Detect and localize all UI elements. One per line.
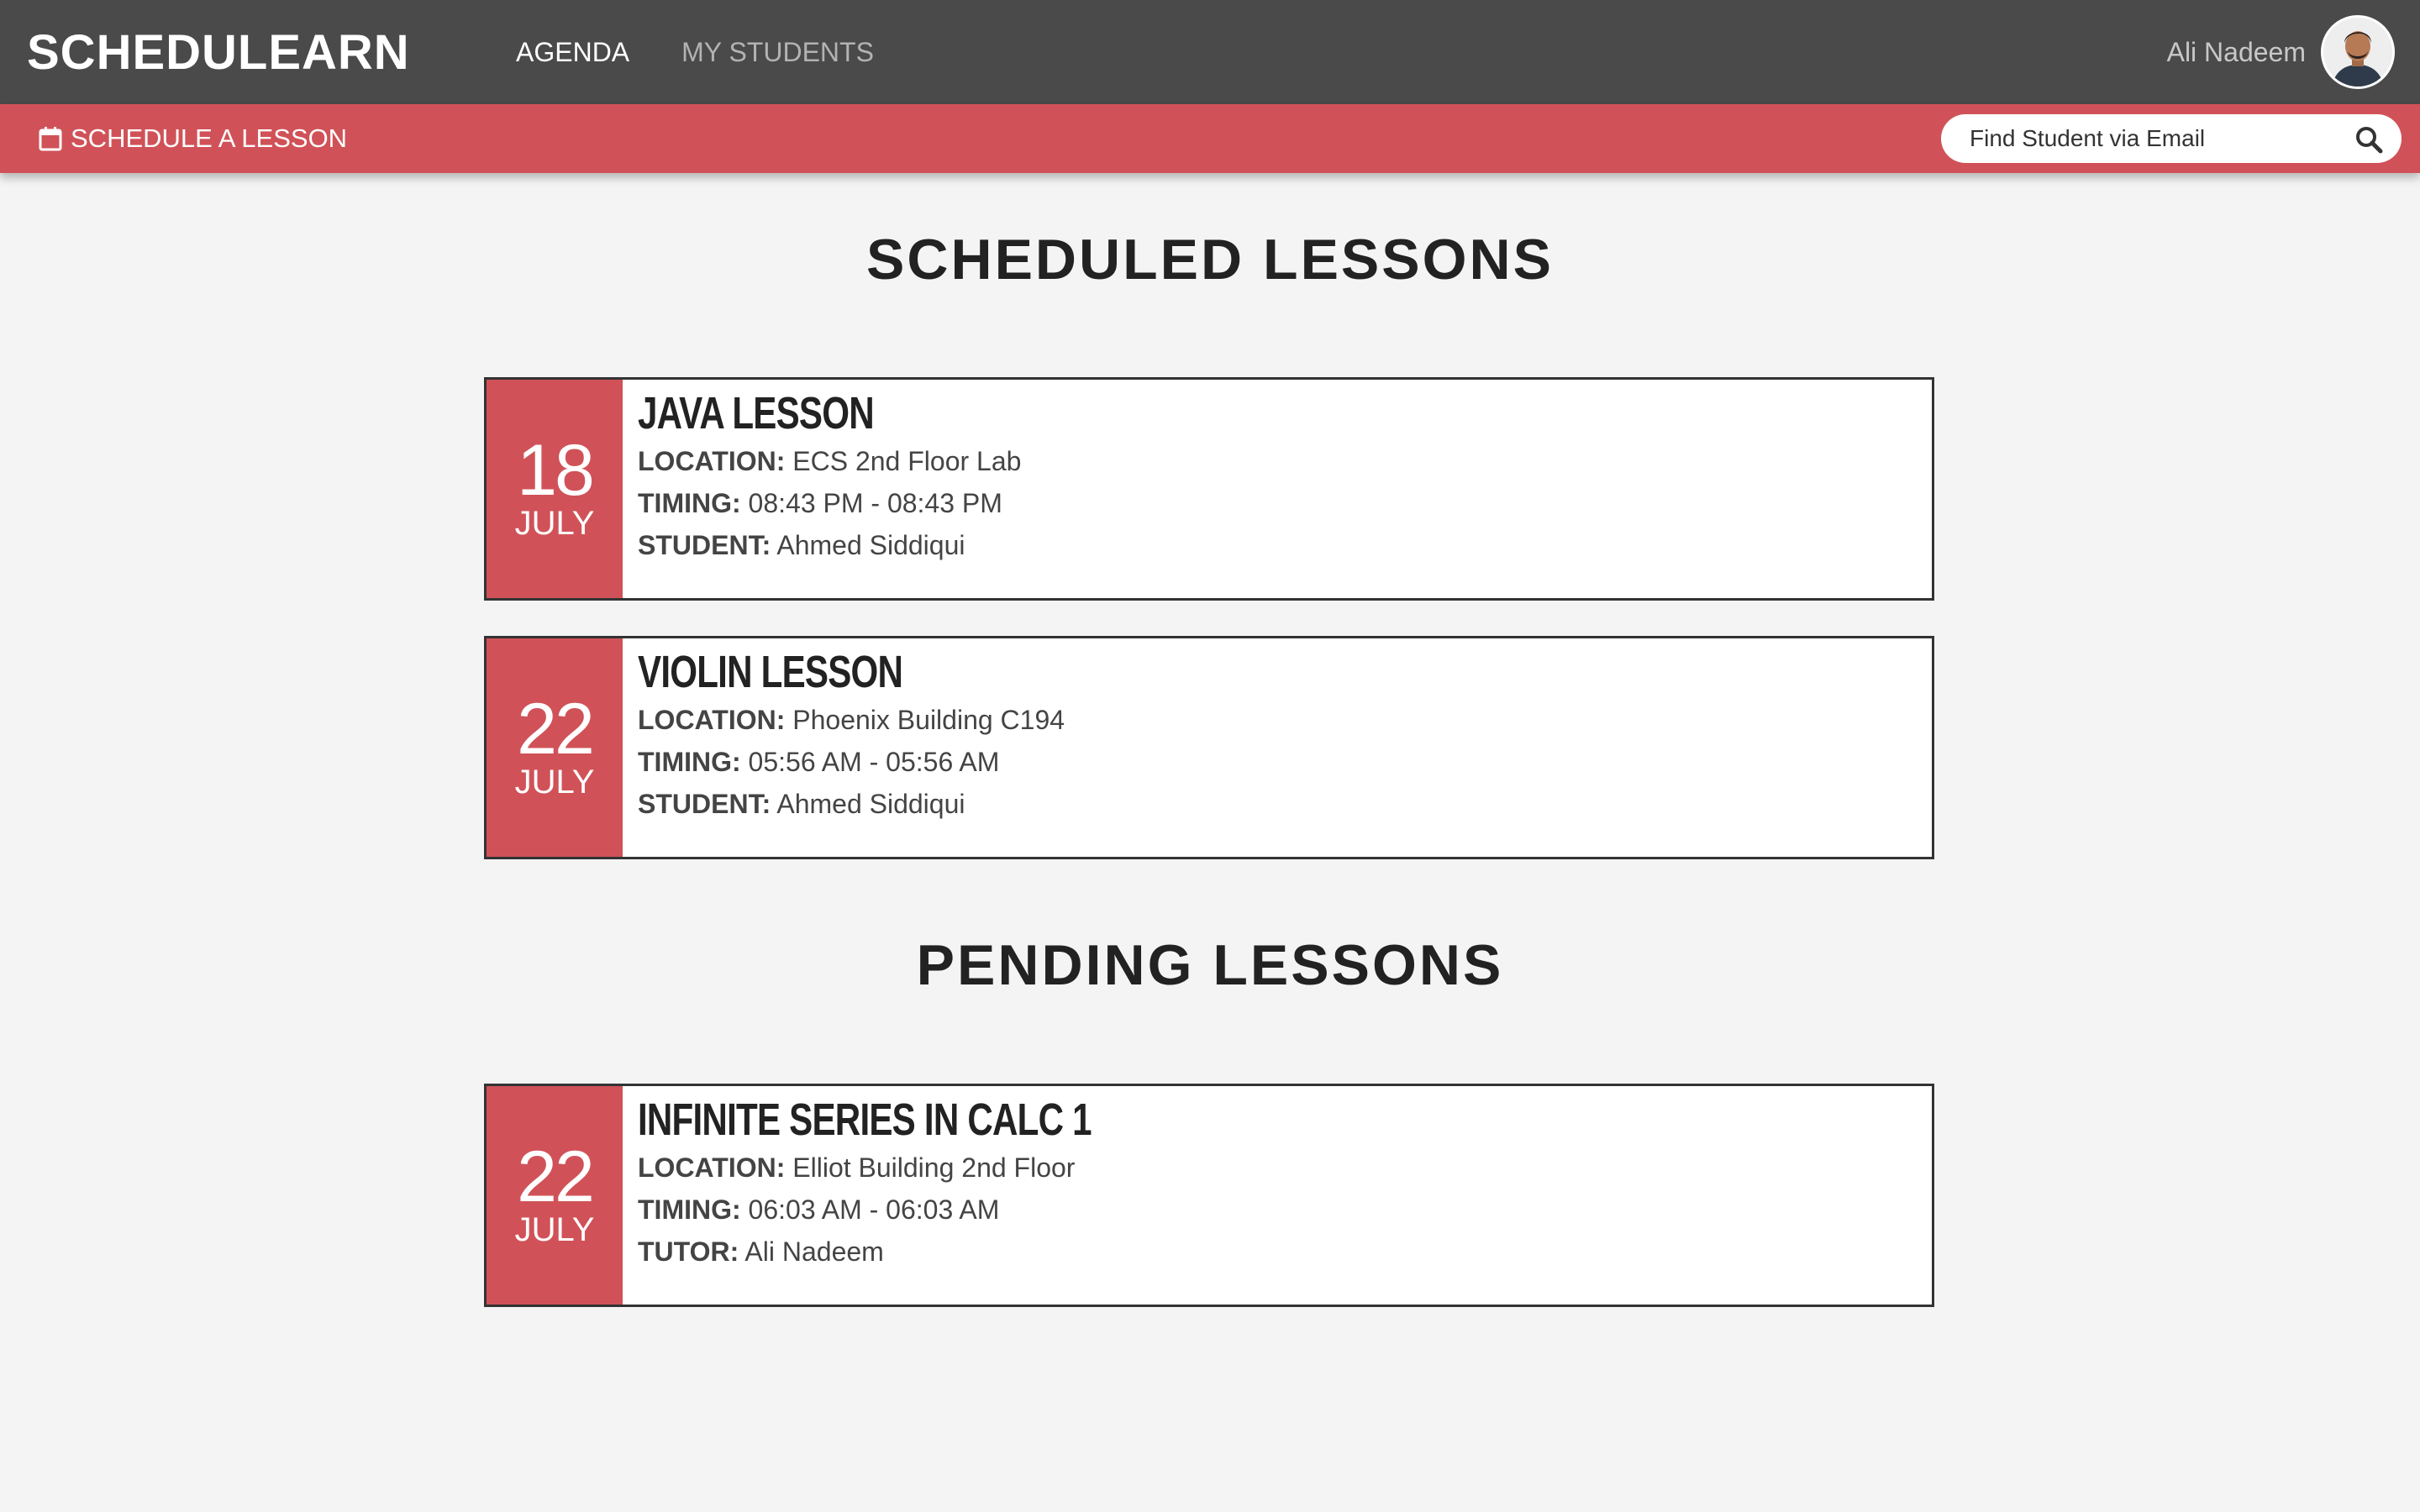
- search-icon[interactable]: [2354, 125, 2383, 154]
- lesson-timing: TIMING: 05:56 AM - 05:56 AM: [638, 741, 1065, 783]
- lesson-location: LOCATION: Elliot Building 2nd Floor: [638, 1147, 1219, 1189]
- action-bar: SCHEDULE A LESSON: [0, 104, 2420, 173]
- timing-label: TIMING:: [638, 747, 741, 777]
- timing-label: TIMING:: [638, 1194, 741, 1225]
- lesson-location: LOCATION: Phoenix Building C194: [638, 699, 1065, 741]
- brand-logo[interactable]: SCHEDULEARN: [27, 0, 410, 104]
- user-menu[interactable]: Ali Nadeem: [2167, 0, 2395, 104]
- lesson-details: INFINITE SERIES IN CALC 1 LOCATION: Elli…: [623, 1086, 1219, 1305]
- scheduled-lessons-heading: SCHEDULED LESSONS: [866, 228, 1554, 291]
- lesson-student: STUDENT: Ahmed Siddiqui: [638, 524, 1021, 566]
- student-search[interactable]: [1941, 114, 2402, 163]
- avatar-photo-icon: [2323, 18, 2392, 87]
- location-label: LOCATION:: [638, 446, 786, 476]
- student-label: STUDENT:: [638, 530, 771, 560]
- timing-value: 08:43 PM - 08:43 PM: [748, 488, 1002, 518]
- tutor-label: TUTOR:: [638, 1236, 739, 1267]
- timing-label: TIMING:: [638, 488, 741, 518]
- location-value: Elliot Building 2nd Floor: [792, 1152, 1076, 1183]
- location-value: ECS 2nd Floor Lab: [792, 446, 1022, 476]
- date-month: JULY: [514, 764, 595, 801]
- location-label: LOCATION:: [638, 705, 786, 735]
- lesson-title: INFINITE SERIES IN CALC 1: [638, 1095, 1092, 1145]
- timing-value: 05:56 AM - 05:56 AM: [748, 747, 1000, 777]
- avatar[interactable]: [2321, 15, 2395, 89]
- student-label: STUDENT:: [638, 789, 771, 819]
- timing-value: 06:03 AM - 06:03 AM: [748, 1194, 1000, 1225]
- user-name[interactable]: Ali Nadeem: [2167, 37, 2306, 68]
- lesson-title: JAVA LESSON: [638, 388, 875, 438]
- lesson-card[interactable]: 18 JULY JAVA LESSON LOCATION: ECS 2nd Fl…: [484, 377, 1934, 601]
- schedule-lesson-button[interactable]: SCHEDULE A LESSON: [39, 104, 347, 173]
- lesson-card[interactable]: 22 JULY INFINITE SERIES IN CALC 1 LOCATI…: [484, 1084, 1934, 1307]
- lesson-student: STUDENT: Ahmed Siddiqui: [638, 783, 1065, 825]
- student-value: Ahmed Siddiqui: [776, 789, 965, 819]
- lesson-location: LOCATION: ECS 2nd Floor Lab: [638, 440, 1021, 482]
- schedule-lesson-label: SCHEDULE A LESSON: [71, 123, 348, 153]
- date-month: JULY: [514, 505, 595, 542]
- lesson-title: VIOLIN LESSON: [638, 647, 903, 697]
- nav-agenda[interactable]: AGENDA: [516, 37, 629, 68]
- lesson-date: 22 JULY: [487, 1086, 623, 1305]
- pending-lessons-heading: PENDING LESSONS: [916, 933, 1504, 997]
- date-day: 22: [517, 1137, 595, 1217]
- lesson-tutor: TUTOR: Ali Nadeem: [638, 1231, 1219, 1273]
- lesson-details: JAVA LESSON LOCATION: ECS 2nd Floor Lab …: [623, 380, 1021, 598]
- lesson-card[interactable]: 22 JULY VIOLIN LESSON LOCATION: Phoenix …: [484, 636, 1934, 859]
- date-day: 22: [517, 689, 595, 769]
- tutor-value: Ali Nadeem: [744, 1236, 884, 1267]
- lesson-timing: TIMING: 08:43 PM - 08:43 PM: [638, 482, 1021, 524]
- student-value: Ahmed Siddiqui: [776, 530, 965, 560]
- calendar-icon: [39, 127, 62, 151]
- main-nav: AGENDA MY STUDENTS: [516, 0, 874, 104]
- search-input[interactable]: [1968, 124, 2333, 153]
- date-month: JULY: [514, 1211, 595, 1248]
- location-label: LOCATION:: [638, 1152, 786, 1183]
- lesson-details: VIOLIN LESSON LOCATION: Phoenix Building…: [623, 638, 1065, 857]
- nav-my-students[interactable]: MY STUDENTS: [681, 37, 874, 68]
- top-navbar: SCHEDULEARN AGENDA MY STUDENTS Ali Nadee…: [0, 0, 2420, 104]
- lesson-timing: TIMING: 06:03 AM - 06:03 AM: [638, 1189, 1219, 1231]
- lesson-date: 18 JULY: [487, 380, 623, 598]
- date-day: 18: [517, 430, 595, 511]
- location-value: Phoenix Building C194: [792, 705, 1065, 735]
- lesson-date: 22 JULY: [487, 638, 623, 857]
